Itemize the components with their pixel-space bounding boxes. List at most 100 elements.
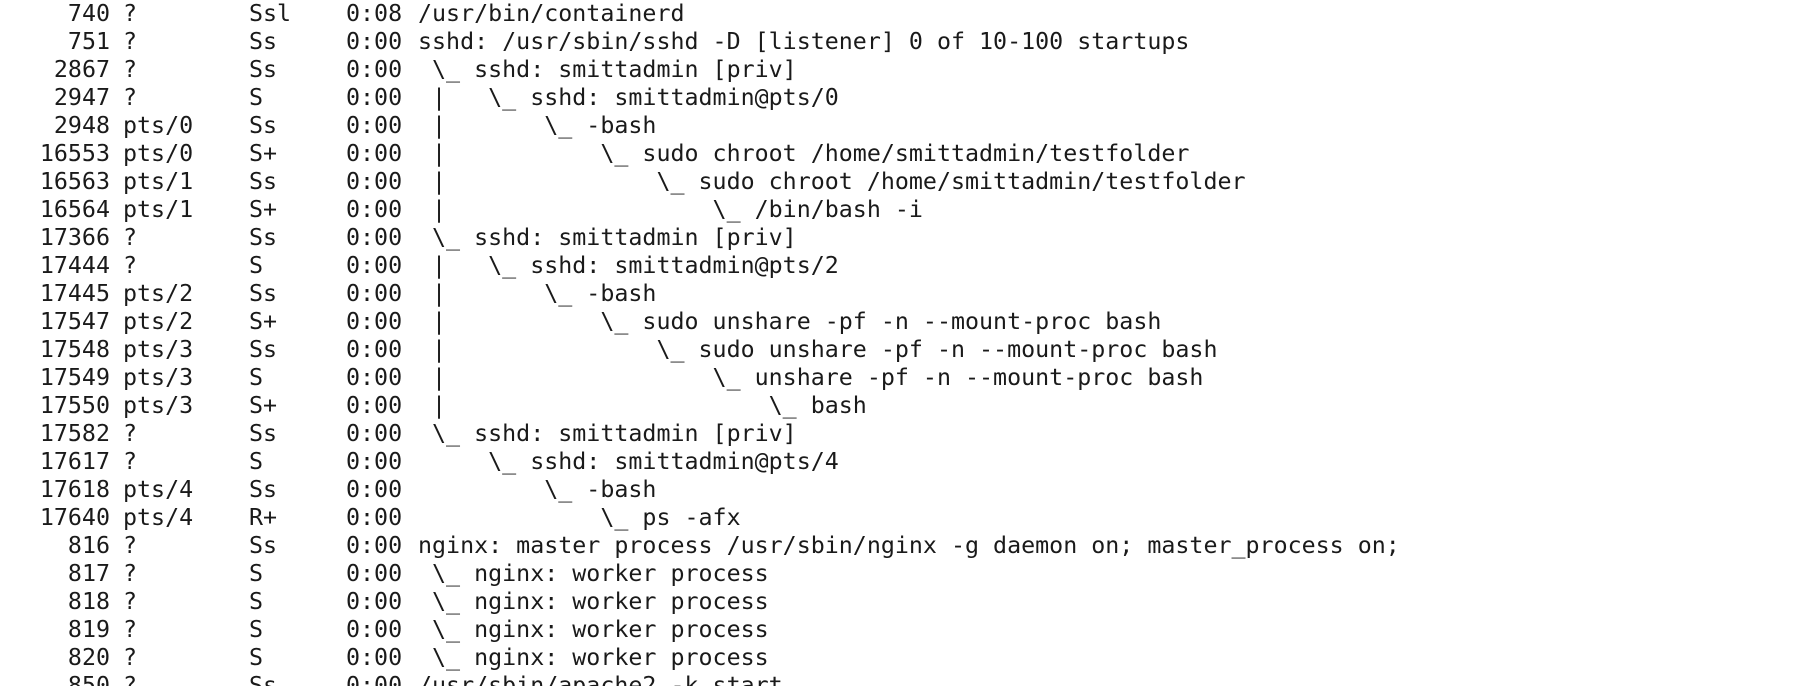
stat: Ss xyxy=(249,672,278,686)
command: \_ sshd: smittadmin [priv] xyxy=(418,56,797,83)
tty: pts/4 xyxy=(123,504,194,531)
pid: 17548 xyxy=(39,336,110,363)
process-row: 817 ? S 0:00 \_ nginx: worker process xyxy=(0,560,769,588)
pid: 820 xyxy=(67,644,110,671)
pid: 2948 xyxy=(53,112,110,139)
cpu-time: 0:00 xyxy=(346,588,403,615)
stat: S xyxy=(249,644,264,671)
pid: 17444 xyxy=(39,252,110,279)
command: \_ sshd: smittadmin [priv] xyxy=(418,420,797,447)
stat: Ss xyxy=(249,168,278,195)
process-row: 16563 pts/1 Ss 0:00 | \_ sudo chroot /ho… xyxy=(0,168,1246,196)
cpu-time: 0:00 xyxy=(346,168,403,195)
stat: S xyxy=(249,364,264,391)
pid: 816 xyxy=(67,532,110,559)
tty: pts/2 xyxy=(123,308,194,335)
tty: pts/3 xyxy=(123,392,194,419)
cpu-time: 0:00 xyxy=(346,672,403,686)
pid: 17617 xyxy=(39,448,110,475)
command: \_ nginx: worker process xyxy=(418,560,769,587)
command: \_ nginx: worker process xyxy=(418,588,769,615)
tty: ? xyxy=(123,0,138,27)
process-row: 17618 pts/4 Ss 0:00 \_ -bash xyxy=(0,476,657,504)
pid: 16564 xyxy=(39,196,110,223)
stat: S+ xyxy=(249,140,278,167)
pid: 17445 xyxy=(39,280,110,307)
process-row: 16564 pts/1 S+ 0:00 | \_ /bin/bash -i xyxy=(0,196,923,224)
pid: 2867 xyxy=(53,56,110,83)
stat: Ss xyxy=(249,224,278,251)
pid: 850 xyxy=(67,672,110,686)
stat: S+ xyxy=(249,392,278,419)
pid: 17582 xyxy=(39,420,110,447)
pid: 17549 xyxy=(39,364,110,391)
pid: 17547 xyxy=(39,308,110,335)
process-row: 17444 ? S 0:00 | \_ sshd: smittadmin@pts… xyxy=(0,252,839,280)
process-row: 2948 pts/0 Ss 0:00 | \_ -bash xyxy=(0,112,657,140)
stat: R+ xyxy=(249,504,278,531)
process-row: 2867 ? Ss 0:00 \_ sshd: smittadmin [priv… xyxy=(0,56,797,84)
cpu-time: 0:00 xyxy=(346,140,403,167)
cpu-time: 0:00 xyxy=(346,644,403,671)
cpu-time: 0:00 xyxy=(346,112,403,139)
tty: pts/3 xyxy=(123,364,194,391)
command: | \_ sshd: smittadmin@pts/2 xyxy=(418,252,839,279)
tty: ? xyxy=(123,420,138,447)
tty: ? xyxy=(123,588,138,615)
tty: pts/4 xyxy=(123,476,194,503)
stat: Ss xyxy=(249,112,278,139)
command: | \_ sudo unshare -pf -n --mount-proc ba… xyxy=(418,336,1218,363)
pid: 17550 xyxy=(39,392,110,419)
stat: S xyxy=(249,84,264,111)
cpu-time: 0:00 xyxy=(346,56,403,83)
command: | \_ sudo unshare -pf -n --mount-proc ba… xyxy=(418,308,1162,335)
command: sshd: /usr/sbin/sshd -D [listener] 0 of … xyxy=(418,28,1190,55)
cpu-time: 0:00 xyxy=(346,336,403,363)
tty: ? xyxy=(123,560,138,587)
stat: Ssl xyxy=(249,0,292,27)
stat: S xyxy=(249,448,264,475)
stat: S xyxy=(249,560,264,587)
stat: Ss xyxy=(249,56,278,83)
command: /usr/sbin/apache2 -k start xyxy=(418,672,783,686)
process-row: 740 ? Ssl 0:08 /usr/bin/containerd xyxy=(0,0,685,28)
tty: pts/2 xyxy=(123,280,194,307)
stat: Ss xyxy=(249,420,278,447)
stat: S+ xyxy=(249,196,278,223)
command: \_ nginx: worker process xyxy=(418,644,769,671)
tty: pts/0 xyxy=(123,140,194,167)
command: \_ sshd: smittadmin@pts/4 xyxy=(418,448,839,475)
cpu-time: 0:00 xyxy=(346,448,403,475)
tty: ? xyxy=(123,28,138,55)
process-row: 850 ? Ss 0:00 /usr/sbin/apache2 -k start xyxy=(0,672,783,686)
command: nginx: master process /usr/sbin/nginx -g… xyxy=(418,532,1400,559)
command: | \_ -bash xyxy=(418,280,657,307)
cpu-time: 0:00 xyxy=(346,476,403,503)
tty: ? xyxy=(123,448,138,475)
tty: pts/3 xyxy=(123,336,194,363)
stat: S xyxy=(249,616,264,643)
process-row: 816 ? Ss 0:00 nginx: master process /usr… xyxy=(0,532,1400,560)
tty: pts/1 xyxy=(123,168,194,195)
cpu-time: 0:00 xyxy=(346,364,403,391)
cpu-time: 0:00 xyxy=(346,224,403,251)
terminal-window[interactable]: 740 ? Ssl 0:08 /usr/bin/containerd 751 ?… xyxy=(0,0,1798,686)
command: | \_ sshd: smittadmin@pts/0 xyxy=(418,84,839,111)
pid: 818 xyxy=(67,588,110,615)
stat: S xyxy=(249,252,264,279)
stat: Ss xyxy=(249,280,278,307)
tty: ? xyxy=(123,224,138,251)
pid: 16553 xyxy=(39,140,110,167)
process-row: 16553 pts/0 S+ 0:00 | \_ sudo chroot /ho… xyxy=(0,140,1190,168)
cpu-time: 0:00 xyxy=(346,420,403,447)
pid: 2947 xyxy=(53,84,110,111)
process-row: 17366 ? Ss 0:00 \_ sshd: smittadmin [pri… xyxy=(0,224,797,252)
stat: Ss xyxy=(249,336,278,363)
process-row: 17550 pts/3 S+ 0:00 | \_ bash xyxy=(0,392,867,420)
stat: Ss xyxy=(249,28,278,55)
pid: 751 xyxy=(67,28,110,55)
pid: 740 xyxy=(67,0,110,27)
cpu-time: 0:00 xyxy=(346,280,403,307)
process-row: 819 ? S 0:00 \_ nginx: worker process xyxy=(0,616,769,644)
command: \_ ps -afx xyxy=(418,504,741,531)
